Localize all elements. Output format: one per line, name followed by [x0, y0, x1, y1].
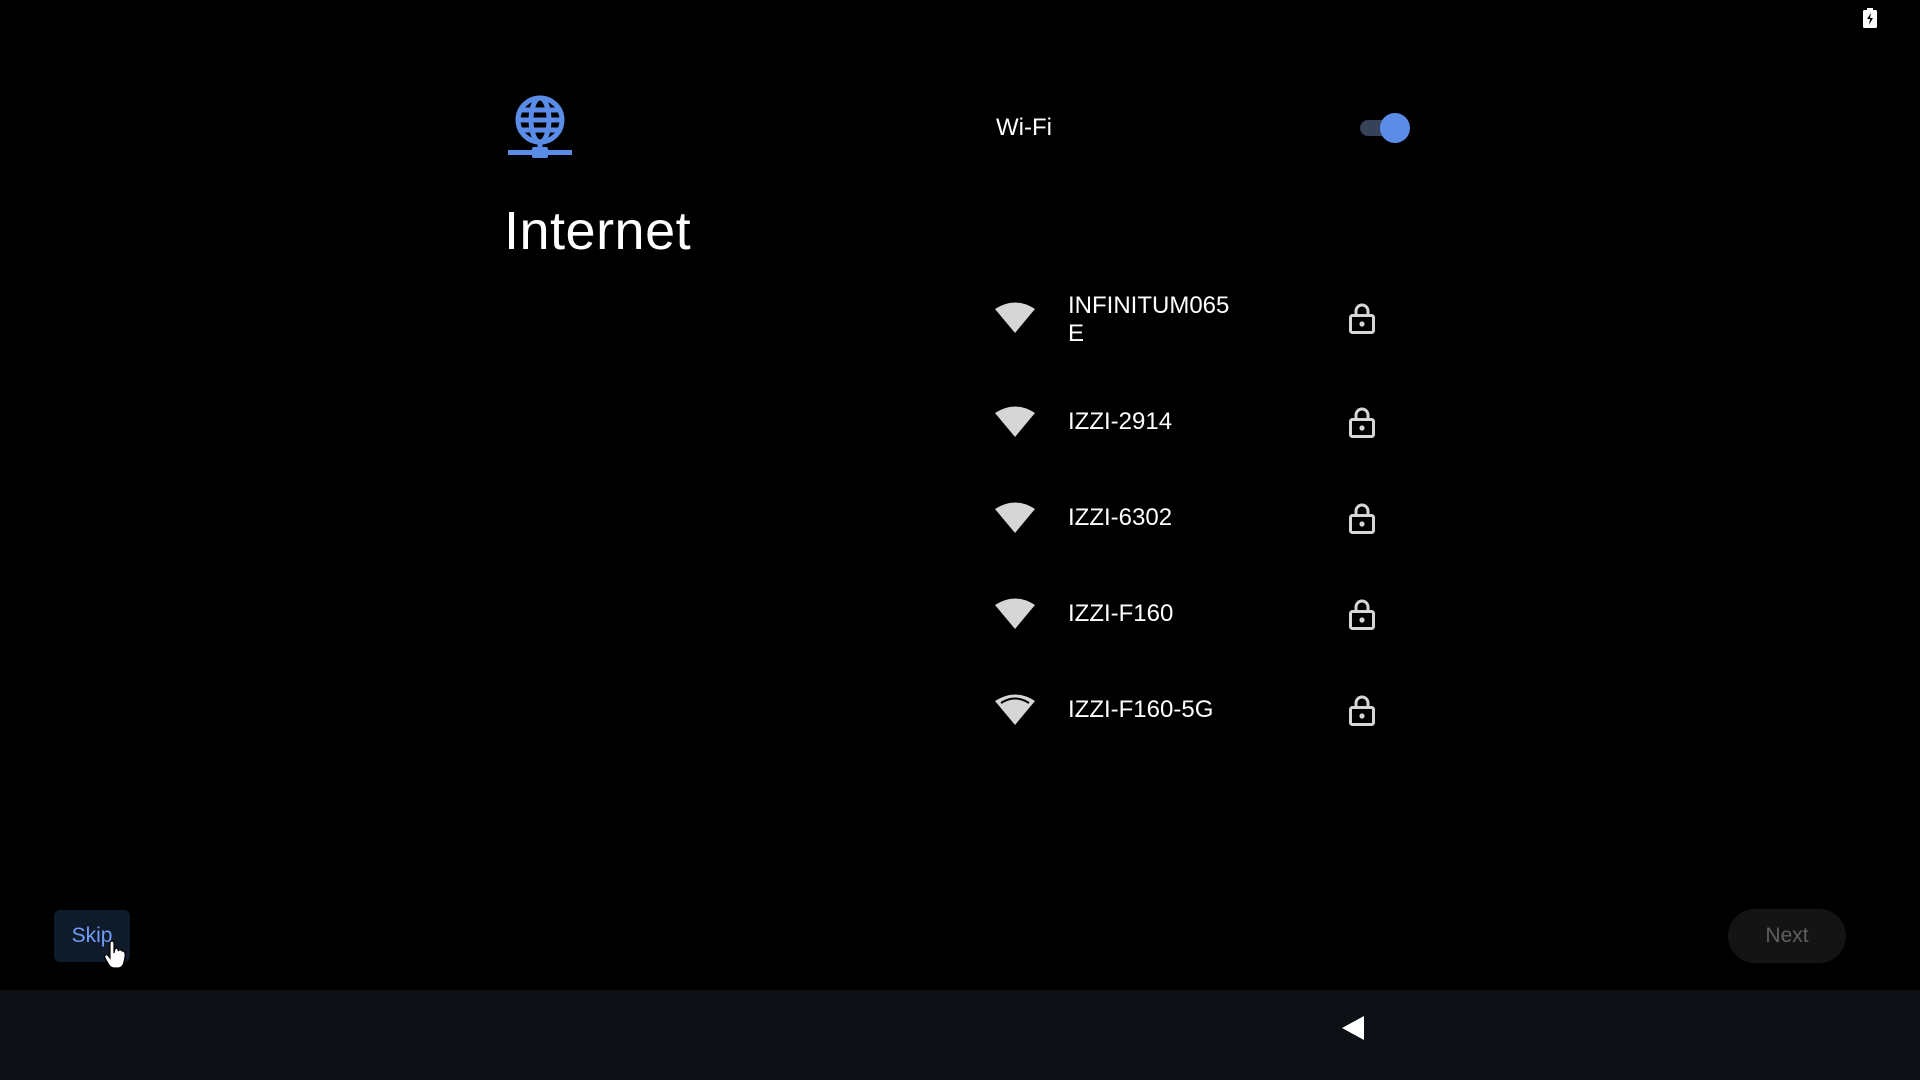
battery-icon: [1863, 8, 1877, 28]
network-item-izzi-f160[interactable]: IZZI-F160: [980, 574, 1400, 654]
setup-screen: Internet Wi-Fi INFINITUM065E IZZI-2914 I…: [0, 0, 1920, 1080]
lock-icon: [1349, 303, 1375, 334]
wifi-label: Wi-Fi: [996, 114, 1052, 141]
next-button[interactable]: Next: [1728, 909, 1846, 963]
network-item-izzi-f160-5g[interactable]: IZZI-F160-5G: [980, 670, 1400, 750]
lock-icon: [1349, 695, 1375, 726]
wifi-signal-icon: [995, 406, 1035, 437]
wifi-signal-icon: [995, 598, 1035, 629]
network-ssid: IZZI-F160: [1068, 600, 1174, 627]
network-item-infinitum065e[interactable]: INFINITUM065E: [980, 280, 1400, 360]
network-ssid: INFINITUM065E: [1068, 292, 1230, 347]
toggle-thumb: [1380, 113, 1410, 143]
network-ssid: IZZI-6302: [1068, 504, 1173, 531]
network-ssid: IZZI-2914: [1068, 408, 1173, 435]
network-ssid: IZZI-F160-5G: [1068, 696, 1214, 723]
wifi-signal-icon: [995, 694, 1035, 725]
lock-icon: [1349, 407, 1375, 438]
hand-cursor-icon: [104, 940, 126, 969]
navigation-bar: [0, 990, 1920, 1080]
wifi-signal-icon: [995, 502, 1035, 533]
network-item-izzi-6302[interactable]: IZZI-6302: [980, 478, 1400, 558]
page-title: Internet: [504, 201, 692, 261]
back-triangle-icon[interactable]: [1336, 1010, 1372, 1046]
wifi-toggle[interactable]: [1358, 112, 1412, 144]
network-item-izzi-2914[interactable]: IZZI-2914: [980, 382, 1400, 462]
lock-icon: [1349, 599, 1375, 630]
wifi-signal-icon: [995, 302, 1035, 333]
lock-icon: [1349, 503, 1375, 534]
globe-network-icon: [508, 95, 572, 158]
